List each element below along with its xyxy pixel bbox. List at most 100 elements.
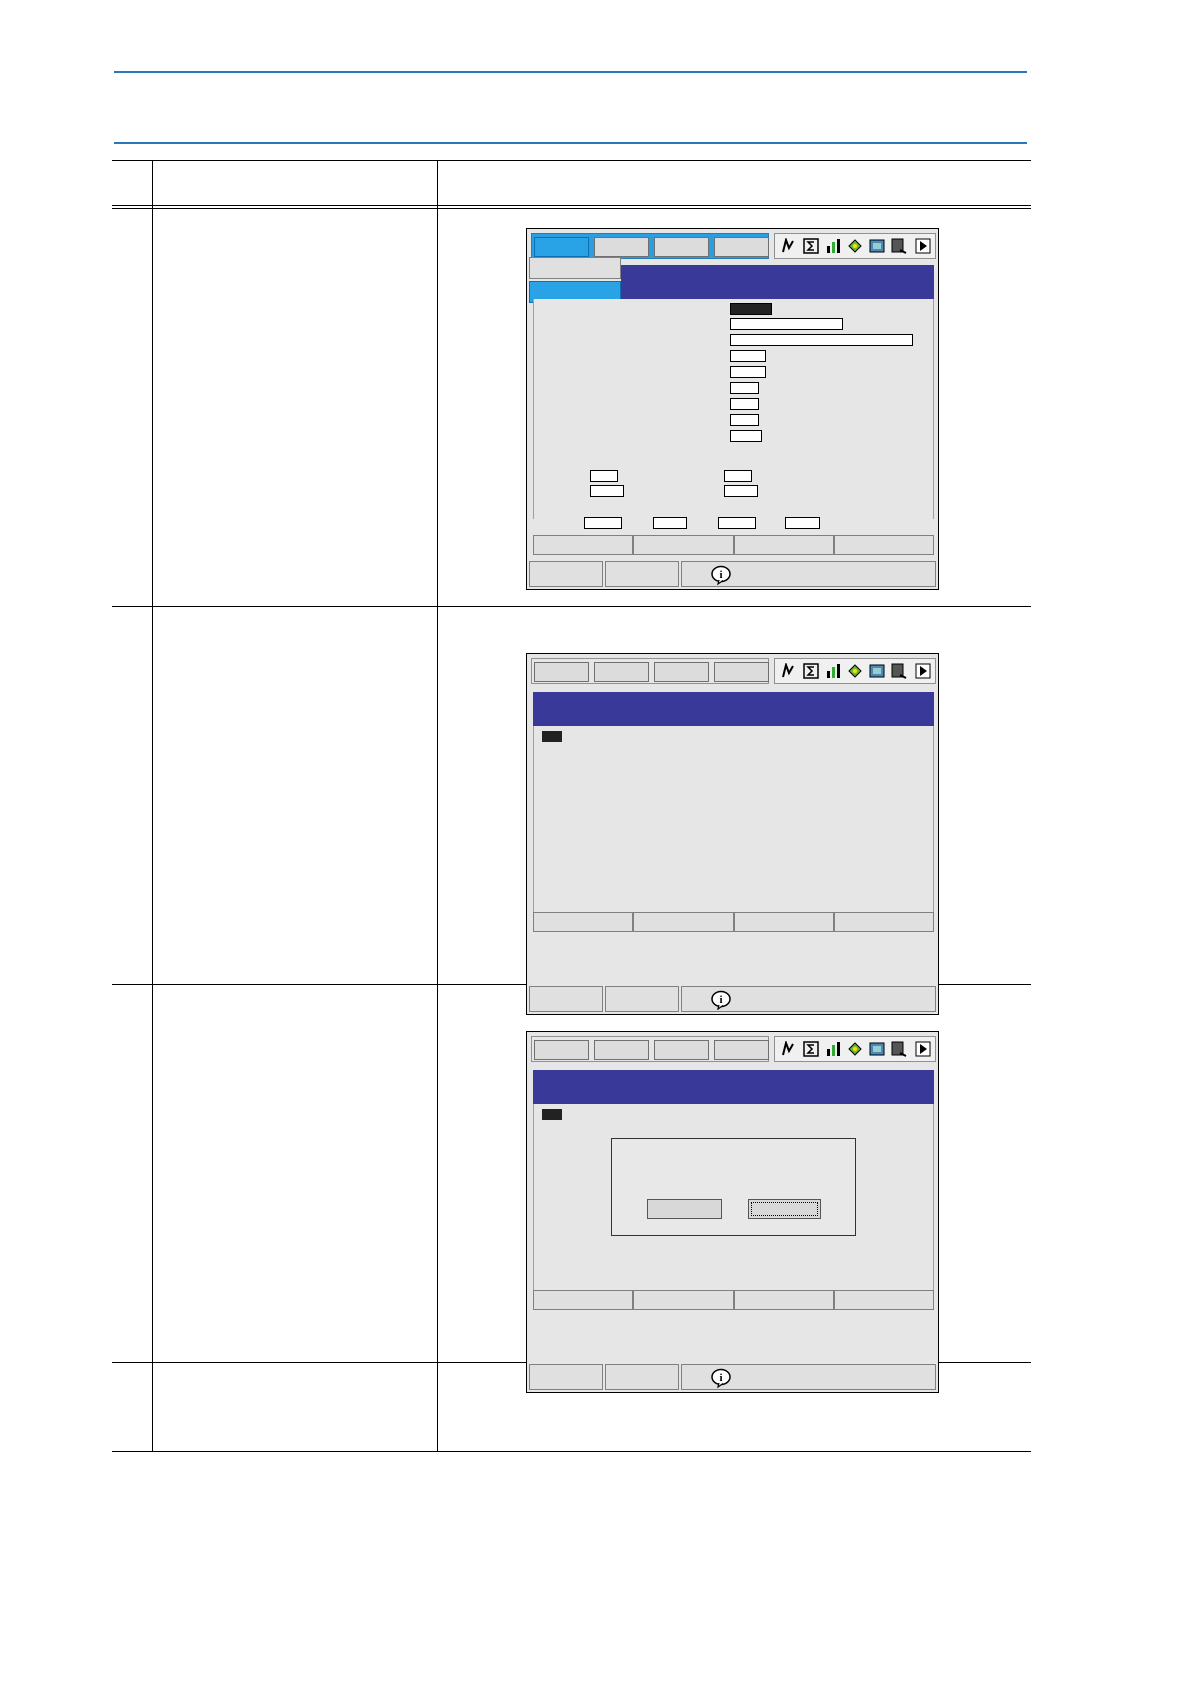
function-keys — [533, 912, 934, 932]
screen-icon — [869, 664, 885, 678]
field-12[interactable] — [724, 470, 752, 482]
field-1[interactable] — [730, 303, 772, 315]
chart-icon — [827, 664, 840, 678]
dialog-no-button[interactable] — [748, 1199, 821, 1219]
menu-tab-3[interactable] — [654, 1040, 709, 1060]
function-key-2[interactable] — [633, 912, 734, 932]
field-6[interactable] — [730, 382, 759, 394]
function-keys — [533, 1290, 934, 1310]
header-rule-bottom — [114, 142, 1027, 144]
menu-tab-3[interactable] — [654, 237, 709, 257]
content-area — [533, 299, 934, 507]
field-17[interactable] — [785, 517, 820, 529]
top-bar — [529, 231, 936, 259]
menu-tab-4[interactable] — [714, 1040, 769, 1060]
svg-text:i: i — [719, 569, 722, 581]
menu-tab-1[interactable] — [534, 662, 589, 682]
status-icons — [774, 233, 936, 259]
next-arrow-icon[interactable] — [915, 238, 931, 254]
bottom-button-2[interactable] — [605, 561, 679, 587]
field-10[interactable] — [590, 470, 618, 482]
next-arrow-icon[interactable] — [915, 663, 931, 679]
message-area: i — [681, 561, 936, 587]
field-3[interactable] — [730, 334, 913, 346]
pendant-screen-2: i — [526, 653, 939, 1015]
field-5[interactable] — [730, 366, 766, 378]
edit-icon — [891, 238, 907, 254]
menu-tab-2[interactable] — [594, 237, 649, 257]
field-8[interactable] — [730, 414, 759, 426]
menu-tab-2[interactable] — [594, 662, 649, 682]
header-rule-top — [114, 71, 1027, 73]
content-area — [533, 726, 934, 912]
edit-icon — [891, 663, 907, 679]
field-11[interactable] — [590, 485, 624, 497]
pendant-screen-1: i — [526, 228, 939, 590]
menu-tab-1[interactable] — [534, 237, 589, 257]
sigma-icon — [803, 1041, 819, 1057]
status-icons — [774, 658, 936, 684]
dialog-yes-button[interactable] — [647, 1199, 722, 1219]
menu-tab-1[interactable] — [534, 1040, 589, 1060]
svg-text:i: i — [719, 1372, 722, 1384]
menu-tab-4[interactable] — [714, 662, 769, 682]
menu-tab-2[interactable] — [594, 1040, 649, 1060]
line-cursor — [542, 731, 562, 742]
function-key-1[interactable] — [533, 535, 633, 555]
chart-icon — [827, 1042, 840, 1056]
info-icon: i — [711, 1368, 731, 1388]
field-9[interactable] — [730, 430, 762, 442]
bottom-bar: i — [529, 561, 936, 587]
bottom-bar: i — [529, 1364, 936, 1390]
tool-icon — [848, 1042, 862, 1056]
main-menu-tabs — [531, 233, 769, 259]
function-key-3[interactable] — [734, 1290, 834, 1310]
function-key-1[interactable] — [533, 1290, 633, 1310]
svg-text:i: i — [719, 994, 722, 1006]
field-14[interactable] — [584, 517, 622, 529]
function-key-2[interactable] — [633, 535, 734, 555]
field-2[interactable] — [730, 318, 843, 330]
pendant-screen-3: i — [526, 1031, 939, 1393]
function-key-4[interactable] — [834, 535, 934, 555]
top-bar — [529, 1034, 936, 1062]
menu-tab-4[interactable] — [714, 237, 769, 257]
bottom-button-2[interactable] — [605, 986, 679, 1012]
submenu-item-1[interactable] — [529, 257, 621, 279]
main-menu-tabs — [531, 1036, 769, 1062]
function-key-1[interactable] — [533, 912, 633, 932]
screen-icon — [869, 1042, 885, 1056]
edit-icon — [891, 1041, 907, 1057]
function-key-3[interactable] — [734, 912, 834, 932]
function-key-4[interactable] — [834, 912, 934, 932]
info-icon: i — [711, 990, 731, 1010]
top-bar — [529, 656, 936, 684]
next-arrow-icon[interactable] — [915, 1041, 931, 1057]
function-key-3[interactable] — [734, 535, 834, 555]
function-key-4[interactable] — [834, 1290, 934, 1310]
status-icons — [774, 1036, 936, 1062]
window-title-bar — [533, 1070, 934, 1104]
info-icon: i — [711, 565, 731, 585]
field-4[interactable] — [730, 350, 766, 362]
screen-icon — [869, 239, 885, 253]
robot-axis-icon — [782, 1041, 794, 1056]
sigma-icon — [803, 238, 819, 254]
bottom-button-1[interactable] — [529, 1364, 603, 1390]
robot-axis-icon — [782, 238, 794, 253]
function-keys — [533, 535, 934, 555]
window-title-bar — [533, 692, 934, 726]
field-7[interactable] — [730, 398, 759, 410]
main-menu-tabs — [531, 658, 769, 684]
field-15[interactable] — [653, 517, 687, 529]
line-cursor — [542, 1109, 562, 1120]
bottom-button-2[interactable] — [605, 1364, 679, 1390]
bottom-button-1[interactable] — [529, 986, 603, 1012]
field-13[interactable] — [724, 485, 758, 497]
field-16[interactable] — [718, 517, 756, 529]
menu-tab-3[interactable] — [654, 662, 709, 682]
chart-icon — [827, 239, 840, 253]
message-area: i — [681, 986, 936, 1012]
function-key-2[interactable] — [633, 1290, 734, 1310]
bottom-button-1[interactable] — [529, 561, 603, 587]
